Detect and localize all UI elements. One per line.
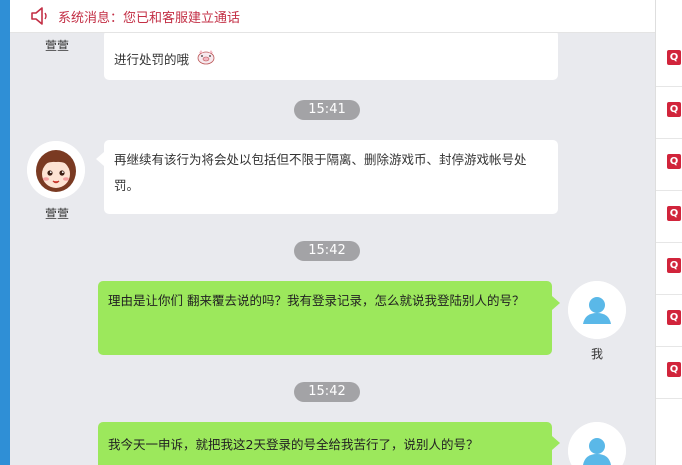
user-message-bubble: 我今天一申诉，就把我这2天登录的号全给我苦行了，说别人的号？ — [98, 422, 552, 465]
system-message-text: 系统消息：您已和客服建立通话 — [58, 11, 241, 26]
bubble-tail — [552, 296, 560, 310]
system-message-bar: 系统消息：您已和客服建立通话 — [10, 0, 655, 33]
timestamp: 15:41 — [294, 100, 360, 120]
bubble-tail — [96, 152, 104, 166]
default-user-avatar-icon — [568, 422, 626, 465]
sidebar-item[interactable]: Q — [656, 346, 682, 399]
q-icon[interactable]: Q — [667, 102, 681, 117]
user-name: 我 — [590, 347, 603, 361]
pig-face-emoji-icon — [196, 49, 216, 72]
q-icon[interactable]: Q — [667, 362, 681, 377]
agent-message-bubble: 再继续有该行为将会处以包括但不限于隔离、删除游戏币、封停游戏帐号处罚。 — [104, 140, 558, 214]
sidebar-item[interactable]: Q — [656, 86, 682, 139]
sidebar-item[interactable]: Q — [656, 294, 682, 347]
chat-area[interactable]: 萱萱 进行处罚的哦 15:41 萱萱 再继续有该行为将会处以包括但不限于隔离、删… — [10, 0, 655, 465]
timestamp: 15:42 — [294, 241, 360, 261]
message-text: 进行处罚的哦 — [114, 52, 190, 67]
agent-name: 萱萱 — [44, 39, 69, 53]
sidebar-item[interactable]: Q — [656, 242, 682, 295]
sidebar-item[interactable]: Q — [656, 138, 682, 191]
user-avatar[interactable] — [568, 281, 626, 339]
q-icon[interactable]: Q — [667, 258, 681, 273]
left-window-edge — [0, 0, 10, 465]
speaker-icon — [31, 7, 47, 25]
message-text: 再继续有该行为将会处以包括但不限于隔离、删除游戏币、封停游戏帐号处罚。 — [114, 152, 527, 193]
agent-message-bubble: 进行处罚的哦 — [104, 30, 558, 80]
default-user-avatar-icon — [568, 281, 626, 339]
message-text: 我今天一申诉，就把我这2天登录的号全给我苦行了，说别人的号？ — [108, 437, 479, 452]
user-message-bubble: 理由是让你们 翻来覆去说的吗？我有登录记录，怎么就说我登陆别人的号？ — [98, 281, 552, 355]
q-icon[interactable]: Q — [667, 310, 681, 325]
q-icon[interactable]: Q — [667, 206, 681, 221]
sidebar-item[interactable]: Q — [656, 34, 682, 87]
q-icon[interactable]: Q — [667, 50, 681, 65]
sidebar-item[interactable]: Q — [656, 190, 682, 243]
right-sidebar: Q Q Q Q Q Q Q — [655, 0, 682, 465]
agent-name: 萱萱 — [44, 207, 69, 221]
q-icon[interactable]: Q — [667, 154, 681, 169]
message-text: 理由是让你们 翻来覆去说的吗？我有登录记录，怎么就说我登陆别人的号？ — [108, 293, 525, 308]
user-avatar[interactable] — [568, 422, 626, 465]
timestamp: 15:42 — [294, 382, 360, 402]
cartoon-girl-avatar-icon — [27, 141, 85, 199]
agent-avatar[interactable] — [27, 141, 85, 199]
bubble-tail — [552, 436, 560, 450]
